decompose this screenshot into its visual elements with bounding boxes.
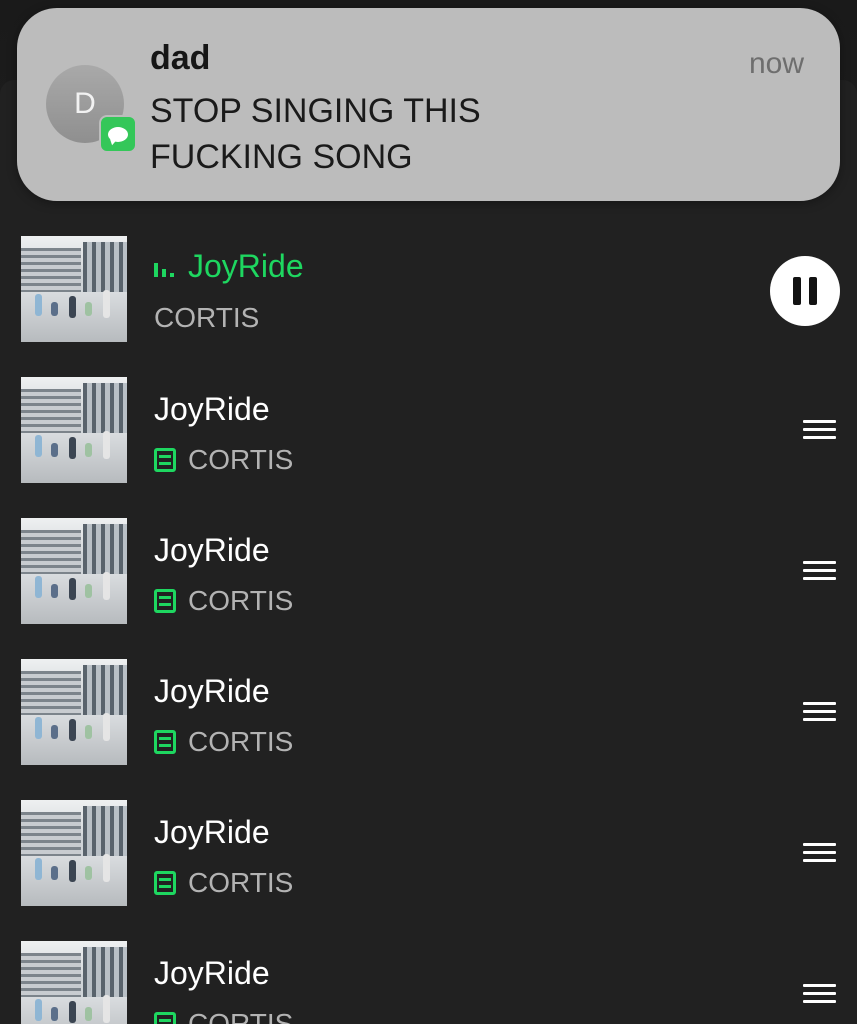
- messages-icon: [99, 115, 137, 153]
- notification-time: now: [748, 47, 804, 80]
- album-art: [21, 236, 127, 342]
- artist-line: CORTIS: [154, 583, 293, 619]
- artist-name: CORTIS: [154, 302, 260, 333]
- track-title: JoyRide: [154, 391, 270, 427]
- notification-sender: dad: [150, 39, 211, 77]
- queue-item[interactable]: JoyRide CORTIS: [0, 800, 857, 941]
- album-art: [21, 941, 127, 1024]
- artist-name: CORTIS: [188, 585, 294, 616]
- album-art: [21, 659, 127, 765]
- artist-name: CORTIS: [188, 444, 294, 475]
- track-title: JoyRide: [154, 955, 270, 991]
- album-art: [21, 518, 127, 624]
- track-title: JoyRide: [154, 673, 270, 709]
- queue-item[interactable]: JoyRide CORTIS: [0, 941, 857, 1024]
- artist-line: CORTIS: [154, 1006, 293, 1024]
- track-title: JoyRide: [154, 814, 270, 850]
- drag-handle-icon[interactable]: [803, 843, 836, 863]
- notification-message: STOP SINGING THIS FUCKING SONG: [150, 92, 481, 176]
- message-notification[interactable]: D dad now STOP SINGING THIS FUCKING SONG: [17, 8, 840, 201]
- avatar-initial: D: [74, 87, 96, 120]
- pause-button[interactable]: [770, 256, 840, 326]
- drag-handle-icon[interactable]: [803, 984, 836, 1004]
- track-title: JoyRide: [188, 248, 304, 284]
- lyrics-icon: [154, 871, 176, 895]
- album-art: [21, 377, 127, 483]
- drag-handle-icon[interactable]: [803, 702, 836, 722]
- queue-item[interactable]: JoyRide CORTIS: [0, 518, 857, 659]
- equalizer-icon: [154, 257, 180, 277]
- pause-icon: [793, 277, 801, 305]
- drag-handle-icon[interactable]: [803, 420, 836, 440]
- lyrics-icon: [154, 589, 176, 613]
- artist-line: CORTIS: [154, 442, 293, 478]
- artist-name: CORTIS: [188, 867, 294, 898]
- now-playing-row[interactable]: JoyRide CORTIS: [0, 236, 857, 377]
- artist-line: CORTIS: [154, 865, 293, 901]
- drag-handle-icon[interactable]: [803, 561, 836, 581]
- album-art: [21, 800, 127, 906]
- lyrics-icon: [154, 448, 176, 472]
- lyrics-icon: [154, 730, 176, 754]
- artist-line: CORTIS: [154, 724, 293, 760]
- track-title: JoyRide: [154, 532, 270, 568]
- artist-name: CORTIS: [188, 1008, 294, 1024]
- lyrics-icon: [154, 1012, 176, 1024]
- artist-name: CORTIS: [188, 726, 294, 757]
- artist-line: CORTIS: [154, 300, 259, 336]
- queue-item[interactable]: JoyRide CORTIS: [0, 659, 857, 800]
- now-playing-title-line: JoyRide: [154, 246, 304, 286]
- queue-item[interactable]: JoyRide CORTIS: [0, 377, 857, 518]
